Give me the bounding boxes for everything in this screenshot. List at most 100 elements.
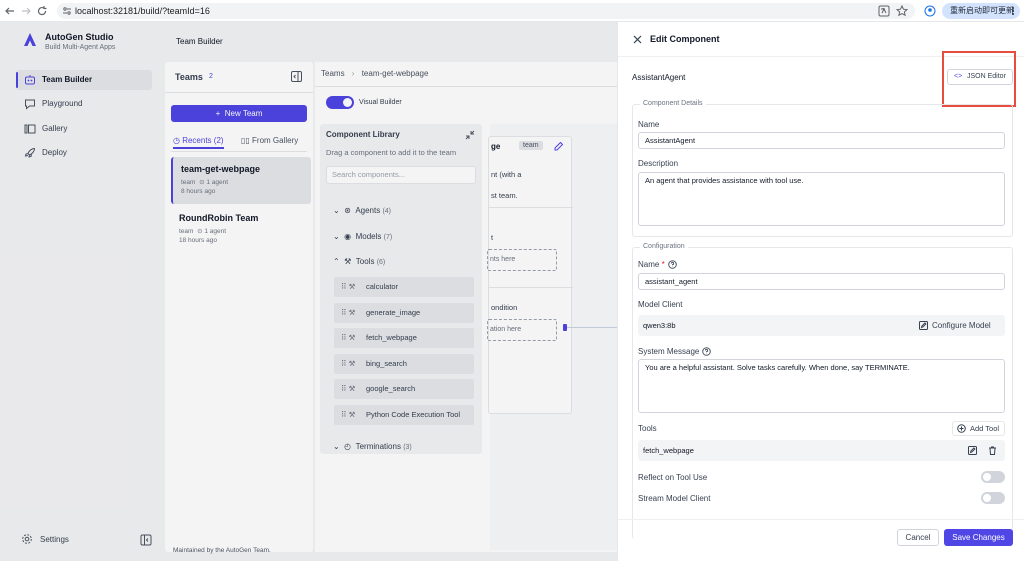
- autogen-logo-icon: [24, 33, 36, 46]
- browser-chrome: localhost:32181/build/?teamId=16 重新启动即可更…: [0, 0, 1024, 22]
- category-tools[interactable]: ⌃ ⚒ Tools (6): [333, 257, 385, 266]
- config-name-input[interactable]: assistant_agent: [638, 273, 1005, 290]
- category-terminations[interactable]: ⌄ ◴ Terminations (3): [333, 442, 412, 451]
- minimize-icon[interactable]: [465, 130, 475, 140]
- termination-drop-zone[interactable]: ation here: [487, 319, 557, 341]
- sidebar-item-gallery[interactable]: Gallery: [16, 119, 152, 139]
- collapse-panel-icon[interactable]: [291, 71, 302, 82]
- reflect-on-tool-use-switch[interactable]: [981, 471, 1005, 483]
- agent-icon: ⊙: [199, 179, 205, 186]
- sidebar-item-team-builder[interactable]: Team Builder: [16, 70, 152, 90]
- visual-builder-toggle[interactable]: [326, 96, 354, 109]
- description-textarea[interactable]: An agent that provides assistance with t…: [638, 172, 1005, 226]
- tool-item-bing-search[interactable]: ⠿ ⚒ bing_search: [334, 354, 474, 374]
- cancel-button[interactable]: Cancel: [897, 529, 939, 546]
- tab-recents[interactable]: ◷ Recents (2): [173, 132, 224, 149]
- tab-from-gallery[interactable]: ▯▯ From Gallery: [241, 132, 298, 149]
- tool-item-calculator[interactable]: ⠿ ⚒ calculator: [334, 277, 474, 297]
- reload-icon[interactable]: [36, 5, 48, 17]
- tool-item-generate-image[interactable]: ⠿ ⚒ generate_image: [334, 303, 474, 323]
- trash-icon[interactable]: [988, 446, 997, 455]
- teams-panel: Teams 2 + New Team ◷ Recents (2) ▯▯ From…: [165, 62, 313, 552]
- agent-icon: ⊛: [344, 206, 351, 215]
- chevron-down-icon: ⌄: [333, 206, 340, 215]
- breadcrumb-current: team-get-webpage: [361, 69, 429, 78]
- config-name-label: Name *: [638, 260, 677, 270]
- bookmark-star-icon[interactable]: [896, 5, 908, 17]
- configure-model-button[interactable]: Configure Model: [919, 321, 991, 330]
- site-info-icon[interactable]: [62, 6, 72, 16]
- builder-area: Teams › team-get-webpage Visual Builder …: [315, 62, 617, 552]
- edit-icon[interactable]: [554, 141, 564, 151]
- annotation-highlight-box: [942, 51, 1016, 107]
- agents-drop-zone[interactable]: nts here: [487, 249, 557, 271]
- forward-arrow-icon[interactable]: [20, 5, 32, 17]
- team-card[interactable]: RoundRobin Team team ⊙ 1 agent 18 hours …: [171, 206, 311, 253]
- tool-item-fetch-webpage[interactable]: ⠿ ⚒ fetch_webpage: [334, 328, 474, 348]
- team-card-selected[interactable]: team-get-webpage team ⊙ 1 agent 8 hours …: [171, 157, 311, 204]
- drag-handle-icon: ⠿ ⚒: [341, 333, 356, 342]
- sidebar-item-label: Gallery: [42, 124, 68, 133]
- translate-icon[interactable]: [878, 5, 890, 17]
- add-tool-button[interactable]: Add Tool: [952, 421, 1005, 436]
- teams-title: Teams: [175, 72, 203, 82]
- plus-circle-icon: [957, 424, 966, 433]
- tool-item-google-search[interactable]: ⠿ ⚒ google_search: [334, 379, 474, 399]
- edit-component-drawer: Edit Component AssistantAgent <> JSON Ed…: [617, 22, 1024, 561]
- settings-link[interactable]: Settings: [21, 533, 69, 545]
- team-time: 8 hours ago: [181, 188, 216, 195]
- node-badge: team: [519, 141, 543, 150]
- name-input[interactable]: AssistantAgent: [638, 132, 1005, 149]
- breadcrumb-root[interactable]: Teams: [321, 69, 345, 78]
- chevron-right-icon: ›: [351, 69, 355, 78]
- help-icon: [667, 260, 677, 270]
- clock-icon: ◷: [173, 136, 183, 145]
- tool-row: fetch_webpage: [638, 440, 1005, 461]
- save-changes-button[interactable]: Save Changes: [944, 529, 1013, 546]
- sidebar-item-playground[interactable]: Playground: [16, 94, 152, 114]
- teams-count: 2: [209, 73, 213, 80]
- edit-icon[interactable]: [968, 446, 977, 455]
- tool-item-python-code[interactable]: ⠿ ⚒ Python Code Execution Tool: [334, 405, 474, 425]
- stream-label: Stream Model Client: [638, 494, 711, 503]
- termination-slot-title: ondition: [491, 303, 518, 312]
- model-client-value: qwen3:8b: [643, 321, 676, 330]
- url-text: localhost:32181/build/?teamId=16: [75, 6, 210, 16]
- stream-model-client-switch[interactable]: [981, 492, 1005, 504]
- drag-handle-icon: ⠿ ⚒: [341, 359, 356, 368]
- footer-text: Maintained by the AutoGen Team.: [173, 547, 271, 554]
- team-time: 18 hours ago: [179, 237, 217, 244]
- drop-zone-text: ation here: [490, 326, 522, 333]
- team-meta: team ⊙ 1 agent: [179, 228, 227, 235]
- brand-title: AutoGen Studio: [45, 32, 114, 42]
- breadcrumb: Teams › team-get-webpage: [321, 69, 428, 78]
- model-client-label: Model Client: [638, 300, 683, 309]
- edit-icon: [919, 321, 928, 330]
- component-library: Component Library Drag a component to ad…: [320, 124, 482, 454]
- team-name: team-get-webpage: [181, 164, 261, 174]
- address-bar[interactable]: localhost:32181/build/?teamId=16: [57, 3, 915, 19]
- sidebar-item-deploy[interactable]: Deploy: [16, 143, 152, 163]
- divider: [489, 207, 573, 208]
- update-button[interactable]: 重新启动即可更新: [942, 3, 1020, 19]
- tools-label: Tools: [638, 424, 657, 433]
- more-vert-icon[interactable]: [1010, 6, 1016, 16]
- settings-label: Settings: [40, 534, 69, 544]
- config-legend: Configuration: [640, 243, 688, 250]
- team-node[interactable]: ge team nt (with a st team. t nts here o…: [487, 136, 573, 414]
- close-icon[interactable]: [633, 35, 642, 44]
- search-input[interactable]: Search components...: [326, 166, 476, 184]
- new-team-button[interactable]: + New Team: [171, 105, 307, 122]
- tool-label: google_search: [366, 384, 416, 393]
- main-header: Team Builder: [165, 22, 617, 60]
- drag-handle-icon: ⠿ ⚒: [341, 384, 356, 393]
- model-icon: ◉: [344, 232, 352, 241]
- divider: [165, 92, 313, 93]
- system-message-textarea[interactable]: You are a helpful assistant. Solve tasks…: [638, 359, 1005, 413]
- category-models[interactable]: ⌄ ◉ Models (7): [333, 232, 392, 241]
- profile-icon[interactable]: [924, 5, 936, 17]
- collapse-sidebar-icon[interactable]: [140, 534, 152, 546]
- category-agents[interactable]: ⌄ ⊛ Agents (4): [333, 206, 391, 215]
- tool-label: bing_search: [366, 359, 407, 368]
- back-arrow-icon[interactable]: [4, 5, 16, 17]
